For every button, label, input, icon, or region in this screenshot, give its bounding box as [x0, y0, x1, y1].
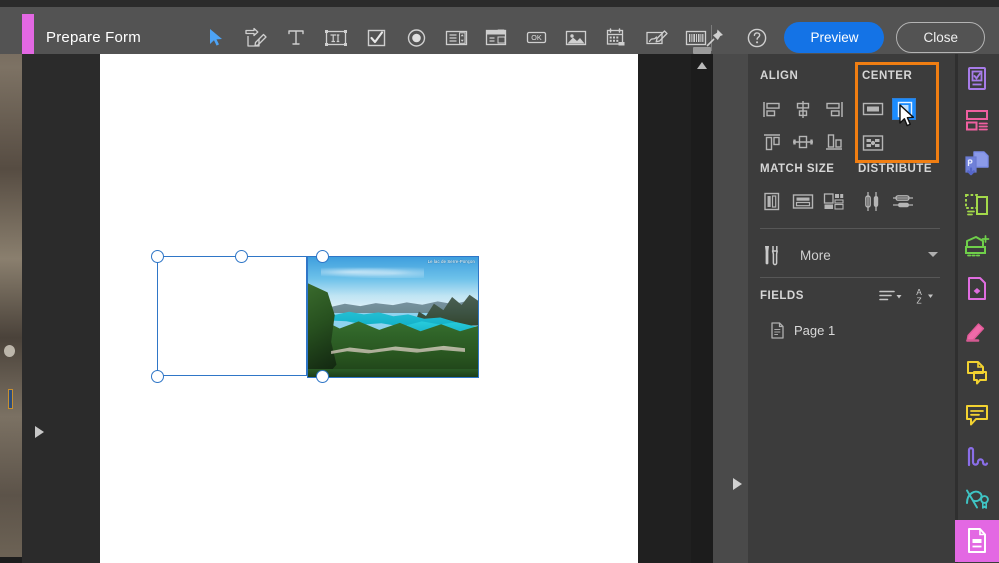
scrollbar-thumb[interactable]: [693, 47, 711, 54]
empty-form-field[interactable]: [157, 256, 307, 376]
align-vertical-center-button[interactable]: [790, 98, 816, 120]
rail-highlight[interactable]: [955, 310, 999, 352]
panel-divider-2: [760, 277, 940, 278]
panel-divider-1: [760, 228, 940, 229]
selection-handle-image-bottom[interactable]: [316, 370, 329, 383]
tools-icon: [765, 246, 778, 266]
fields-page-1-item[interactable]: Page 1: [770, 322, 835, 339]
expand-navigation-arrow[interactable]: [35, 426, 44, 438]
align-horizontal-center-button[interactable]: [790, 131, 816, 153]
fields-page-1-label: Page 1: [794, 323, 836, 338]
fields-section-title: FIELDS: [760, 290, 804, 302]
document-area: Le lac de Serre-Ponçon: [22, 54, 713, 563]
panel-splitter: [713, 54, 748, 563]
rail-add-comment[interactable]: [955, 352, 999, 394]
application-window: Prepare Form OK Preview Close Le lac de …: [0, 0, 999, 563]
rail-active-tool[interactable]: [955, 520, 999, 562]
rail-fill-sign[interactable]: [955, 100, 999, 142]
pdf-page[interactable]: Le lac de Serre-Ponçon: [100, 54, 638, 563]
vertical-scrollbar[interactable]: [691, 47, 713, 563]
selection-handle-top-mid[interactable]: [235, 250, 248, 263]
more-label: More: [800, 247, 831, 263]
chevron-down-icon[interactable]: [928, 252, 938, 257]
page-icon: [771, 322, 784, 339]
center-both-button[interactable]: [860, 132, 886, 154]
fields-sort-order-button[interactable]: [876, 285, 906, 307]
selection-handle-image-top[interactable]: [316, 250, 329, 263]
right-tool-rail: [955, 54, 999, 563]
match-both-button[interactable]: [821, 190, 847, 212]
match-width-button[interactable]: [759, 190, 785, 212]
match-height-button[interactable]: [790, 190, 816, 212]
preview-button[interactable]: Preview: [784, 22, 885, 53]
toolbar: Prepare Form OK Preview Close: [0, 7, 999, 61]
align-right-button[interactable]: [821, 98, 847, 120]
strip-bottom-shadow: [0, 557, 22, 563]
rail-certificates[interactable]: [955, 478, 999, 520]
close-button[interactable]: Close: [896, 22, 985, 53]
distribute-horizontally-button[interactable]: [890, 190, 916, 212]
center-section-title: CENTER: [862, 70, 913, 82]
align-left-button[interactable]: [759, 98, 785, 120]
fields-sort-alphabetical-button[interactable]: A Z: [910, 285, 940, 307]
rail-organize-pages[interactable]: [955, 184, 999, 226]
selection-handle-top-left[interactable]: [151, 250, 164, 263]
distribute-vertically-button[interactable]: [859, 190, 885, 212]
align-section-title: ALIGN: [760, 70, 799, 82]
window-top-edge: [0, 0, 999, 7]
strip-detail-spot: [4, 345, 15, 357]
center-vertically-button[interactable]: [892, 98, 918, 120]
more-options-row[interactable]: More: [760, 240, 940, 270]
expand-panel-arrow[interactable]: [733, 478, 742, 490]
rail-draw[interactable]: [955, 436, 999, 478]
rail-export-pdf[interactable]: [955, 142, 999, 184]
scroll-up-arrow-icon[interactable]: [697, 62, 707, 69]
navigation-pane: [22, 54, 100, 563]
rail-redact[interactable]: [955, 268, 999, 310]
selection-handle-bottom-left[interactable]: [151, 370, 164, 383]
svg-text:OK: OK: [531, 33, 542, 42]
left-edge-strip: [0, 0, 22, 563]
image-selection-frame[interactable]: [307, 256, 479, 378]
strip-detail-marker: [8, 389, 13, 409]
rail-comment[interactable]: [955, 394, 999, 436]
distribute-section-title: DISTRIBUTE: [858, 163, 932, 175]
align-top-button[interactable]: [759, 131, 785, 153]
rail-enhance-scans[interactable]: [955, 226, 999, 268]
match-size-section-title: MATCH SIZE: [760, 163, 835, 175]
rail-prepare-form[interactable]: [955, 58, 999, 100]
align-bottom-button[interactable]: [821, 131, 847, 153]
center-horizontally-button[interactable]: [860, 98, 886, 120]
svg-text:Z: Z: [916, 296, 921, 306]
